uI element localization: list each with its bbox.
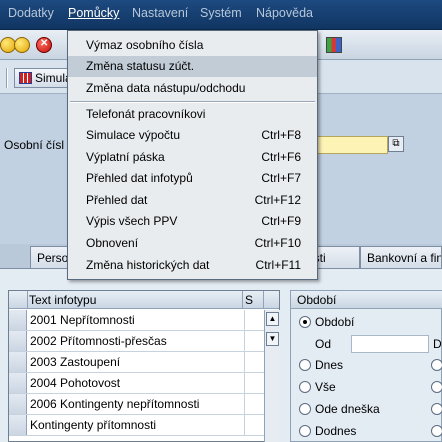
menu-item-shortcut: Ctrl+F6 (261, 150, 301, 164)
today-radio[interactable] (299, 359, 311, 371)
row-selector[interactable] (9, 415, 27, 435)
radio-right[interactable] (431, 403, 442, 415)
menu-item-simulate-payroll[interactable]: Simulace výpočtu Ctrl+F8 (68, 125, 317, 146)
menu-item-data-overview[interactable]: Přehled dat Ctrl+F12 (68, 190, 317, 211)
menu-item-label: Simulace výpočtu (86, 128, 181, 142)
row-selector[interactable] (9, 352, 27, 372)
menu-item-label: Změna statusu zúčt. (86, 59, 195, 73)
all-radio[interactable] (299, 381, 311, 393)
cell-divider (244, 352, 245, 372)
row-text: Kontingenty přítomnosti (30, 418, 157, 432)
menu-item-infotype-overview[interactable]: Přehled dat infotypů Ctrl+F7 (68, 168, 317, 189)
cell-divider (244, 331, 245, 351)
period-group: Období Období Od D Dnes Vše Ode dneška D… (290, 290, 442, 442)
menu-item-list-all-ppv[interactable]: Výpis všech PPV Ctrl+F9 (68, 211, 317, 232)
row-selector[interactable] (9, 394, 27, 414)
to-today-radio[interactable] (299, 425, 311, 437)
column-header-text[interactable]: Text infotypu (29, 293, 96, 307)
period-group-title: Období (291, 291, 442, 309)
header-divider (242, 291, 243, 309)
menu-napoveda[interactable]: Nápověda (256, 6, 313, 20)
menu-item-shortcut: Ctrl+F7 (261, 171, 301, 185)
row-text: 2002 Přítomnosti-přesčas (30, 334, 167, 348)
cell-divider (244, 394, 245, 414)
menu-item-shortcut: Ctrl+F10 (254, 236, 301, 250)
table-row[interactable]: 2003 Zastoupení (9, 352, 265, 373)
exit-icon[interactable] (14, 37, 30, 53)
menu-item-label: Výpis všech PPV (86, 214, 178, 228)
row-text: 2003 Zastoupení (30, 355, 121, 369)
menu-item-label: Výmaz osobního čísla (86, 38, 204, 52)
period-radio-label: Období (315, 315, 355, 329)
radio-right[interactable] (431, 425, 442, 437)
menu-bar: Dodatky Pomůcky Nastavení Systém Nápověd… (0, 0, 442, 30)
radio-right[interactable] (431, 381, 442, 393)
header-divider (27, 291, 28, 309)
row-selector[interactable] (9, 310, 27, 330)
search-help-icon[interactable]: ⧉ (388, 136, 404, 152)
menu-item-call-employee[interactable]: Telefonát pracovníkovi (68, 104, 317, 125)
menu-item-change-entry-leave-date[interactable]: Změna data nástupu/odchodu (68, 78, 317, 99)
to-today-radio-label: Dodnes (315, 424, 357, 438)
tools-dropdown-menu: Výmaz osobního čísla Změna statusu zúčt.… (67, 30, 318, 280)
menu-item-label: Změna data nástupu/odchodu (86, 81, 246, 95)
menu-item-shortcut: Ctrl+F12 (254, 193, 301, 207)
menu-nastaveni[interactable]: Nastavení (132, 6, 188, 20)
all-radio-label: Vše (315, 380, 336, 394)
menu-separator (70, 101, 315, 103)
menu-item-shortcut: Ctrl+F11 (255, 258, 301, 272)
tab-bank[interactable]: Bankovní a fin (360, 246, 442, 268)
column-header-s[interactable]: S (245, 293, 253, 307)
radio-right[interactable] (431, 359, 442, 371)
scroll-up-icon[interactable]: ▲ (266, 312, 279, 326)
row-text: 2004 Pohotovost (30, 376, 121, 390)
menu-item-label: Přehled dat infotypů (86, 171, 193, 185)
toolbar-separator (6, 68, 8, 88)
row-selector[interactable] (9, 331, 27, 351)
today-radio-label: Dnes (315, 358, 344, 372)
menu-item-label: Obnovení (86, 236, 139, 250)
menu-item-delete-pernr[interactable]: Výmaz osobního čísla (68, 35, 317, 56)
table-row[interactable]: 2001 Nepřítomnosti (9, 310, 265, 331)
from-today-radio[interactable] (299, 403, 311, 415)
header-divider (263, 291, 264, 309)
cell-divider (244, 310, 245, 330)
from-label: Od (315, 337, 332, 351)
cell-divider (244, 415, 245, 435)
row-selector[interactable] (9, 373, 27, 393)
menu-item-pay-slip[interactable]: Výplatní páska Ctrl+F6 (68, 147, 317, 168)
menu-system[interactable]: Systém (200, 6, 242, 20)
from-today-radio-label: Ode dneška (315, 402, 380, 416)
menu-item-refresh[interactable]: Obnovení Ctrl+F10 (68, 233, 317, 254)
menu-item-label: Změna historických dat (86, 258, 210, 272)
from-date-input[interactable] (351, 335, 429, 353)
table-scrollbar[interactable]: ▲ ▼ (264, 310, 280, 442)
cancel-icon[interactable] (36, 37, 52, 53)
personnel-number-label: Osobní čísl (4, 138, 65, 152)
menu-item-label: Přehled dat (86, 193, 148, 207)
row-text: 2001 Nepřítomnosti (30, 313, 135, 327)
menu-item-change-historical-data[interactable]: Změna historických dat Ctrl+F11 (68, 255, 317, 276)
scroll-down-icon[interactable]: ▼ (266, 332, 279, 346)
row-text: 2006 Kontingenty nepřítomnosti (30, 397, 200, 411)
menu-item-change-payroll-status[interactable]: Změna statusu zúčt. (68, 56, 317, 77)
menu-item-shortcut: Ctrl+F8 (261, 128, 301, 142)
menu-item-label: Výplatní páska (86, 150, 165, 164)
period-radio[interactable] (299, 316, 311, 328)
to-label: D (433, 337, 442, 351)
menu-dodatky[interactable]: Dodatky (8, 6, 54, 20)
cell-divider (244, 373, 245, 393)
simulation-icon (19, 72, 32, 84)
menu-item-label: Telefonát pracovníkovi (86, 107, 206, 121)
layout-menu-icon[interactable] (326, 37, 342, 53)
table-header: Text infotypu S (9, 291, 279, 309)
infotype-table: Text infotypu S 2001 Nepřítomnosti 2002 … (8, 290, 280, 442)
table-row[interactable]: 2002 Přítomnosti-přesčas (9, 331, 265, 352)
table-row[interactable]: 2006 Kontingenty nepřítomnosti (9, 394, 265, 415)
menu-pomucky[interactable]: Pomůcky (68, 6, 119, 20)
table-row[interactable]: Kontingenty přítomnosti (9, 415, 265, 436)
menu-item-shortcut: Ctrl+F9 (261, 214, 301, 228)
table-row[interactable]: 2004 Pohotovost (9, 373, 265, 394)
